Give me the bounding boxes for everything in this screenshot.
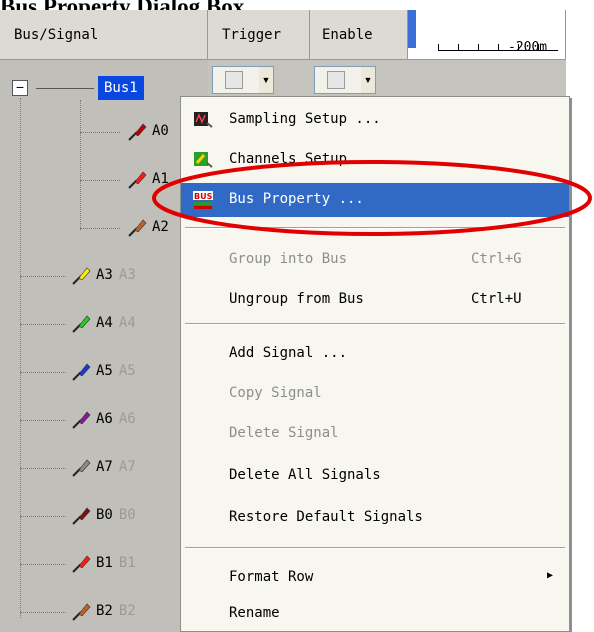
menu-item-delete-signal[interactable]: Delete Signal [181,417,569,451]
time-cursor-marker[interactable] [408,10,416,48]
menu-item-format-row[interactable]: Format Row ▶ [181,561,569,595]
tree-branch-line [20,612,66,613]
probe-icon [70,456,92,478]
tree-branch-line [20,372,66,373]
menu-item-label: Delete All Signals [229,467,381,483]
chevron-down-icon[interactable]: ▼ [259,67,273,93]
probe-icon [70,312,92,334]
signal-alias: B2 [118,603,136,619]
probe-icon [70,504,92,526]
menu-item-restore-default-signals[interactable]: Restore Default Signals [181,501,569,535]
menu-item-label: Format Row [229,569,314,585]
ruler-ticks [438,44,558,51]
sampling-icon [193,111,213,129]
signal-row[interactable]: B0 B0 [70,504,136,526]
menu-item-label: Add Signal ... [229,345,348,361]
menu-item-add-signal[interactable]: Add Signal ... [181,337,569,371]
tree-branch-line [80,180,120,181]
bus-label[interactable]: Bus1 [98,76,144,100]
tree-branch-line [20,276,66,277]
signal-row[interactable]: A6 A6 [70,408,136,430]
signal-alias: A5 [118,363,136,379]
signal-row[interactable]: A3 A3 [70,264,136,286]
timeline-ruler[interactable]: -200m [408,10,566,60]
probe-icon [126,120,148,142]
menu-item-sampling-setup[interactable]: Sampling Setup ... [181,103,569,137]
menu-item-shortcut: Ctrl+G [471,251,522,267]
menu-item-delete-all-signals[interactable]: Delete All Signals [181,459,569,493]
trigger-column-header[interactable]: Trigger [208,10,310,60]
chevron-down-icon[interactable]: ▼ [361,67,375,93]
trigger-header-label: Trigger [222,27,282,43]
signal-row[interactable]: B2 B2 [70,600,136,622]
signal-name: A5 [96,363,113,379]
menu-item-label: Restore Default Signals [229,509,423,525]
enable-header-label: Enable [322,27,373,43]
tree-guide-line [20,98,21,618]
probe-icon [70,360,92,382]
menu-separator [185,547,565,549]
enable-combo[interactable]: ▼ [314,66,376,94]
menu-separator [185,323,565,325]
probe-icon [126,168,148,190]
signal-name: B2 [96,603,113,619]
menu-item-label: Group into Bus [229,251,348,267]
enable-value-icon [327,71,345,89]
tree-branch-line [20,468,66,469]
annotation-ellipse [152,160,592,236]
tree-branch-line [20,516,66,517]
menu-item-rename[interactable]: Rename [181,597,569,631]
signal-name: A0 [152,123,169,139]
signal-row[interactable]: B1 B1 [70,552,136,574]
probe-icon [70,552,92,574]
tree-branch-line [80,132,120,133]
menu-item-copy-signal[interactable]: Copy Signal [181,377,569,411]
tree-branch-line [20,324,66,325]
trigger-value-icon [225,71,243,89]
menu-item-label: Sampling Setup ... [229,111,381,127]
signal-name: A6 [96,411,113,427]
menu-item-label: Ungroup from Bus [229,291,364,307]
enable-column-header[interactable]: Enable [310,10,408,60]
signal-row[interactable]: A7 A7 [70,456,136,478]
signal-alias: B0 [118,507,136,523]
tree-branch-line [20,420,66,421]
signal-alias: B1 [118,555,136,571]
tree-branch-line [80,228,120,229]
signal-name: A3 [96,267,113,283]
bus-signal-header-label: Bus/Signal [14,27,99,43]
menu-item-label: Rename [229,605,280,621]
bus-signal-column-header[interactable]: Bus/Signal [0,10,208,60]
bus-connector-line [36,88,94,89]
probe-icon [70,264,92,286]
bus-child-signal[interactable]: A0 [126,120,169,142]
menu-item-shortcut: Ctrl+U [471,291,522,307]
signal-name: A7 [96,459,113,475]
menu-item-label: Delete Signal [229,425,339,441]
probe-icon [70,600,92,622]
signal-list [0,60,208,632]
trigger-combo[interactable]: ▼ [212,66,274,94]
tree-branch-line [20,564,66,565]
submenu-arrow-icon: ▶ [547,570,554,581]
menu-item-label: Copy Signal [229,385,322,401]
probe-icon [126,216,148,238]
probe-icon [70,408,92,430]
tree-guide-line-bus [80,100,81,230]
collapse-toggle-icon[interactable]: − [12,80,28,96]
signal-alias: A3 [118,267,136,283]
menu-item-ungroup-from-bus[interactable]: Ungroup from Bus Ctrl+U [181,283,569,317]
signal-alias: A4 [118,315,136,331]
signal-row[interactable]: A4 A4 [70,312,136,334]
signal-row[interactable]: A5 A5 [70,360,136,382]
menu-item-group-into-bus[interactable]: Group into Bus Ctrl+G [181,243,569,277]
signal-alias: A6 [118,411,136,427]
signal-name: B0 [96,507,113,523]
signal-name: A4 [96,315,113,331]
signal-name: B1 [96,555,113,571]
signal-alias: A7 [118,459,136,475]
